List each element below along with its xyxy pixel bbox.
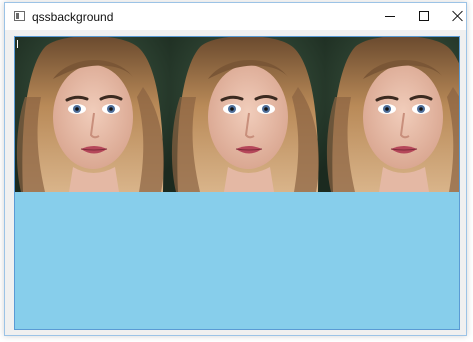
- app-window-icon[interactable]: [14, 11, 25, 21]
- background-image-tiles: [15, 37, 459, 192]
- portrait-photo-tile: [15, 37, 170, 192]
- window-title: qssbackground: [32, 10, 114, 24]
- background-widget: [14, 36, 460, 330]
- minimize-button[interactable]: [373, 3, 407, 30]
- text-caret: [17, 40, 18, 48]
- maximize-icon: [419, 11, 429, 21]
- close-button[interactable]: [441, 3, 473, 30]
- title-bar[interactable]: qssbackground: [5, 3, 466, 30]
- portrait-photo-tile: [170, 37, 325, 192]
- minimize-icon: [385, 16, 395, 17]
- close-icon: [452, 10, 464, 22]
- portrait-photo-tile: [325, 37, 459, 192]
- client-area: [5, 30, 466, 335]
- portrait-photo: [15, 37, 170, 192]
- app-window: qssbackground: [4, 2, 467, 336]
- portrait-photo: [325, 37, 459, 192]
- maximize-button[interactable]: [407, 3, 441, 30]
- portrait-photo: [170, 37, 325, 192]
